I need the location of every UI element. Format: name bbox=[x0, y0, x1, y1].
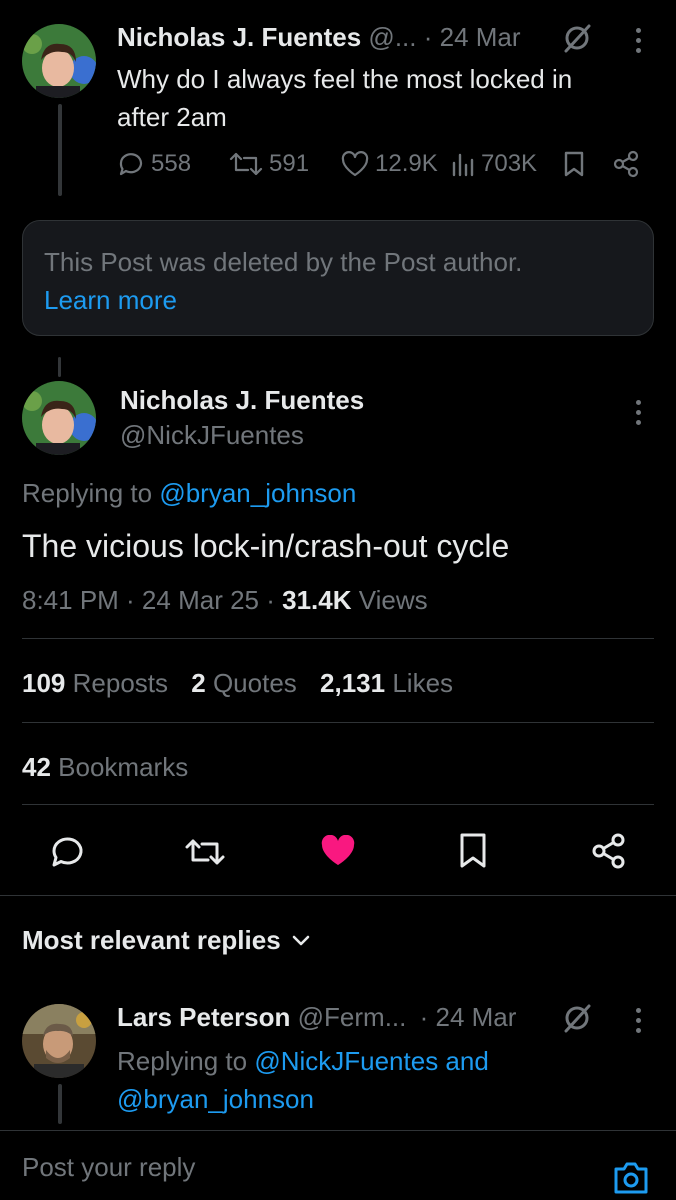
first-post-handle[interactable]: @... bbox=[368, 22, 416, 52]
reply-button[interactable]: 558 bbox=[117, 150, 191, 178]
likes-label: Likes bbox=[392, 668, 454, 698]
replies-sort-label: Most relevant replies bbox=[22, 925, 281, 955]
like-count: 12.9K bbox=[375, 150, 438, 177]
repost-button[interactable]: 591 bbox=[229, 150, 309, 178]
bookmark-icon[interactable] bbox=[457, 832, 489, 875]
camera-button[interactable] bbox=[612, 1161, 650, 1200]
views-icon bbox=[452, 153, 474, 177]
reposts-count: 109 bbox=[22, 668, 66, 698]
share-icon[interactable] bbox=[590, 832, 628, 875]
likes-count: 2,131 bbox=[320, 668, 386, 698]
reply-date[interactable]: · 24 Mar bbox=[420, 1002, 517, 1032]
share-icon[interactable] bbox=[612, 150, 640, 183]
first-post-avatar[interactable] bbox=[22, 24, 96, 98]
more-options-icon[interactable] bbox=[626, 400, 650, 425]
replying-to-handle[interactable]: @bryan_johnson bbox=[159, 478, 356, 508]
heart-icon[interactable] bbox=[320, 834, 356, 872]
quotes-label: Quotes bbox=[212, 668, 297, 698]
reply-composer bbox=[0, 1130, 676, 1200]
reply-author[interactable]: Lars Peterson bbox=[117, 1002, 290, 1032]
first-post-text-line1: Why do I always feel the most locked in bbox=[117, 64, 573, 94]
replying-to-label: Replying to bbox=[117, 1046, 248, 1076]
deleted-notice-text: This Post was deleted by the Post author… bbox=[44, 247, 523, 277]
quotes-count: 2 bbox=[191, 668, 206, 698]
reply-icon[interactable] bbox=[50, 834, 86, 875]
views-label: Views bbox=[358, 585, 428, 615]
main-post-author[interactable]: Nicholas J. Fuentes bbox=[120, 385, 364, 416]
reply-icon bbox=[119, 153, 143, 176]
bookmarks-label: Bookmarks bbox=[58, 752, 189, 782]
thread-connector-top bbox=[58, 357, 61, 377]
replying-to-label: Replying to bbox=[22, 478, 153, 508]
main-post-text: The vicious lock-in/crash-out cycle bbox=[22, 528, 510, 564]
divider bbox=[22, 638, 654, 639]
reply-avatar[interactable] bbox=[22, 1004, 96, 1078]
profile-photo-icon bbox=[22, 381, 96, 455]
reposts-stat[interactable]: 109 Reposts bbox=[22, 668, 175, 698]
replies-sort-dropdown[interactable]: Most relevant replies bbox=[22, 925, 311, 956]
quotes-stat[interactable]: 2 Quotes bbox=[191, 668, 304, 698]
divider bbox=[22, 804, 654, 805]
first-post-date[interactable]: · 24 Mar bbox=[424, 22, 521, 52]
bookmarks-stat[interactable]: 42 Bookmarks bbox=[22, 752, 188, 783]
main-post-handle[interactable]: @NickJFuentes bbox=[120, 420, 304, 451]
heart-icon bbox=[341, 151, 369, 177]
reply-handle[interactable]: @Ferm... bbox=[298, 1002, 407, 1032]
repost-icon[interactable] bbox=[184, 836, 226, 873]
views-button[interactable]: 703K bbox=[451, 150, 537, 178]
reposts-label: Reposts bbox=[72, 668, 169, 698]
profile-photo-icon bbox=[22, 1004, 96, 1078]
profile-photo-icon bbox=[22, 24, 96, 98]
bookmarks-count: 42 bbox=[22, 752, 51, 782]
camera-icon bbox=[614, 1162, 648, 1194]
chevron-down-icon bbox=[292, 935, 309, 945]
repost-icon bbox=[229, 152, 263, 176]
grok-icon[interactable] bbox=[561, 22, 593, 59]
thread-connector bbox=[58, 1084, 62, 1124]
like-button[interactable]: 12.9K bbox=[341, 150, 438, 178]
reply-input[interactable] bbox=[22, 1145, 582, 1189]
first-post-author[interactable]: Nicholas J. Fuentes bbox=[117, 22, 361, 52]
thread-connector bbox=[58, 104, 62, 196]
views-count: 31.4K bbox=[282, 585, 352, 615]
learn-more-link[interactable]: Learn more bbox=[44, 285, 177, 316]
reply-count: 558 bbox=[151, 150, 192, 177]
repost-count: 591 bbox=[269, 150, 310, 177]
first-post-text-line2: after 2am bbox=[117, 102, 227, 132]
bookmark-icon[interactable] bbox=[562, 150, 586, 183]
main-post-avatar[interactable] bbox=[22, 381, 96, 455]
views-count: 703K bbox=[481, 150, 538, 177]
deleted-post-notice: This Post was deleted by the Post author… bbox=[22, 220, 654, 336]
section-divider bbox=[0, 895, 676, 896]
replying-to-handle[interactable]: @bryan_johnson bbox=[117, 1080, 489, 1118]
more-options-icon[interactable] bbox=[626, 28, 650, 53]
grok-icon[interactable] bbox=[561, 1002, 593, 1039]
divider bbox=[22, 722, 654, 723]
more-options-icon[interactable] bbox=[626, 1008, 650, 1033]
likes-stat[interactable]: 2,131 Likes bbox=[320, 668, 453, 698]
replying-to-handle[interactable]: @NickJFuentes and bbox=[254, 1046, 489, 1076]
post-timestamp[interactable]: 8:41 PM · 24 Mar 25 · bbox=[22, 585, 275, 615]
